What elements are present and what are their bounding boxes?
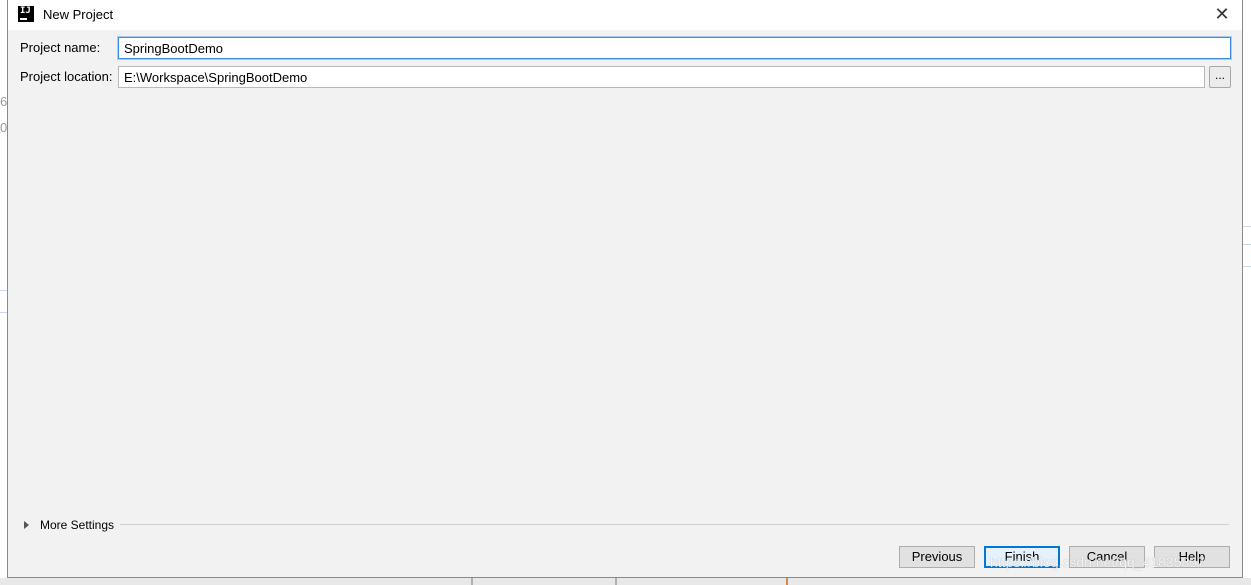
background-taskbar [0,578,1251,585]
more-settings-toggle[interactable]: More Settings [24,517,114,533]
intellij-idea-icon: IJ [18,6,34,22]
new-project-dialog: IJ New Project ✕ Project name: Project l… [7,0,1243,578]
more-settings-label: More Settings [40,518,115,532]
project-location-input[interactable] [118,66,1205,88]
watermark: https://blog.csdn.net/qq_41835857 [990,554,1205,570]
previous-button[interactable]: Previous [899,546,975,568]
background-divider [0,290,7,291]
project-name-input[interactable] [118,37,1231,59]
browse-button[interactable]: ... [1209,66,1231,88]
title-bar: IJ New Project ✕ [8,0,1242,30]
dialog-title: New Project [43,7,114,22]
project-location-label: Project location: [20,69,113,84]
close-icon[interactable]: ✕ [1212,4,1232,24]
project-name-label: Project name: [20,40,101,55]
background-divider [1243,266,1251,267]
background-divider [1243,226,1251,227]
background-divider [0,312,7,313]
background-divider [1243,244,1251,245]
expand-triangle-icon [24,521,29,529]
more-settings-separator [120,524,1229,525]
